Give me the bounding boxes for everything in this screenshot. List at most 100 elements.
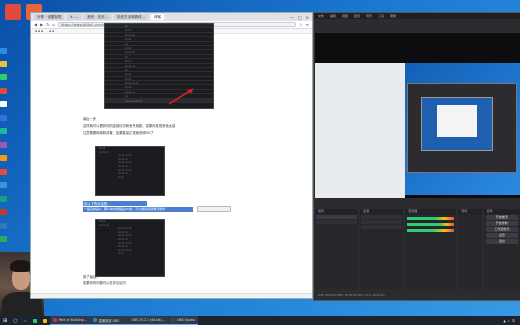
browser-tab[interactable]: 4. … [67,14,82,20]
taskbar: ⊞ ○ ▭ Path of Building... 直播回放-OBS OBS 2… [0,316,520,325]
folder-icon [42,318,47,323]
desktop-shortcut-icon[interactable] [0,74,7,80]
sources-dock: 来源 [360,209,404,289]
controls-dock: 控件 开始推流 开始录制 工作室模式 设置 退出 [483,209,520,289]
highlight-line-1: 如以下的对话框， [84,202,111,206]
browser-icon [32,318,37,323]
ime-indicator: 中 [511,319,515,323]
back-icon[interactable]: ◀ [34,22,37,27]
source-item[interactable] [361,220,403,224]
dock-title: 混音器 [405,209,457,214]
desktop-shortcut-icon[interactable] [0,209,7,215]
taskbar-pin[interactable] [40,316,50,325]
minimize-icon[interactable]: — [290,15,294,20]
system-tray[interactable]: ▲ ♪ 中 [500,316,520,325]
menu-icon[interactable]: ≡ [306,22,309,27]
source-item[interactable] [361,225,403,229]
dock-title: 控件 [483,209,520,214]
obs-icon [125,318,130,322]
menu-help[interactable]: 帮助 [390,13,396,19]
studio-mode-button[interactable]: 工作室模式 [485,227,518,232]
article-paragraph: 这样就可以看到你的连接情况和丢失帧数，如果你发现丢帧太高 [83,124,176,128]
audio-meter [407,223,455,226]
bookmark-item[interactable]: ▪ ▪ ▪ [35,29,43,33]
desktop-shortcut-icon[interactable] [0,101,7,107]
volume-icon: ♪ [507,318,510,323]
menu-profile[interactable]: 配置 [354,13,360,19]
desktop-shortcut-icon[interactable] [0,196,7,202]
obs-menubar: 文件 编辑 视图 配置 场景 工具 帮助 [314,13,520,19]
article-screenshot-settings: ▭ ▭ ▭ ▭ ▭ ▭ ▭ ▭ ▭ ▭ ▭ ▭ ▭ ▭ ▭ ▭ ▭ ▭ ▭ ▭ … [104,23,214,109]
menu-view[interactable]: 视图 [342,13,348,19]
transitions-dock: 转场 [458,209,482,289]
menu-scene-collection[interactable]: 场景 [366,13,372,19]
desktop-shortcut-icon[interactable] [0,128,7,134]
streamer-hair [10,260,32,272]
article-screenshot-stats-2: ▭ ▭ ▭ ▭ ▭ ▭ ▭ ▭ ▭ ▭ ▭ ▭ ▭ ▭ ▭ ▭ ▭ ▭ ▭ ▭ … [95,219,165,277]
maximize-icon[interactable]: □ [298,15,302,20]
desktop-shortcut-icon[interactable] [0,61,7,67]
desktop-shortcut-icon[interactable] [0,115,7,121]
browser-tab[interactable]: 分享 · 设置标签 [34,14,65,20]
selection-popup[interactable] [197,206,231,212]
desktop-shortcut-icon[interactable] [0,169,7,175]
browser-tab[interactable]: 检查方法和具体… [114,14,149,20]
menu-file[interactable]: 文件 [318,13,324,19]
taskbar-app[interactable]: OBS 23.2.1 (64-bit)... [122,316,168,325]
taskbar-app[interactable]: OBS Studio [167,316,198,325]
obs-status-bar: LIVE: 00:00:00 REC: 00:00:00 CPU: 2.5%, … [318,294,385,297]
app-icon [52,318,57,322]
obs-preview[interactable] [315,33,520,198]
article-footer: 到了最后， [83,275,100,279]
network-icon: ▲ [503,318,506,323]
dock-title: 场景 [315,209,359,214]
search-button[interactable]: ○ [10,316,20,325]
step-label: 最后一步 [83,117,97,121]
close-icon[interactable]: ✕ [306,15,309,20]
audio-meter [407,229,455,232]
audio-meter [407,217,455,220]
desktop-shortcut-icon[interactable] [0,48,7,54]
desktop-shortcut-icon[interactable] [0,223,7,229]
task-view-button[interactable]: ▭ [21,316,30,325]
start-streaming-button[interactable]: 开始推流 [485,215,518,220]
scenes-dock: 场景 [315,209,359,289]
mixer-dock: 混音器 [405,209,457,289]
menu-edit[interactable]: 编辑 [330,13,336,19]
browser-tab-active[interactable]: 博客 [151,14,165,20]
article-screenshot-stats: ▭ ▭ ▭ ▭ ▭ ▭ ▭ ▭ ▭ ▭ ▭ ▭ ▭ ▭ ▭ ▭ ▭ ▭ ▭ ▭ … [95,146,165,196]
stat-row: ▭ ▭ [118,174,125,179]
app-icon [92,318,97,322]
desktop-shortcut-icon[interactable] [0,142,7,148]
forward-icon[interactable]: ▶ [40,22,43,27]
taskbar-app[interactable]: Path of Building... [49,316,90,325]
desktop-shortcut-icon[interactable] [0,182,7,188]
highlight-line-2: 一般丢帧是0，那么你的网络是OK的，可以继续使用推流软件 [84,207,166,211]
obs-window: 文件 编辑 视图 配置 场景 工具 帮助 场景 来源 混音器 转场 控件 开始推… [313,12,520,301]
settings-button[interactable]: 设置 [485,233,518,238]
browser-tab-strip: 分享 · 设置标签 4. … 资讯 · 天天… 检查方法和具体… 博客 — □ … [31,13,312,21]
scene-item[interactable] [316,220,358,224]
home-icon[interactable]: ⌂ [53,22,56,27]
start-button[interactable]: ⊞ [0,316,10,325]
exit-button[interactable]: 退出 [485,239,518,244]
scene-item[interactable] [316,215,358,219]
search-icon: ○ [13,317,18,324]
desktop-shortcut-icon[interactable] [0,155,7,161]
browser-window: 分享 · 设置标签 4. … 资讯 · 天天… 检查方法和具体… 博客 — □ … [30,12,313,299]
star-icon[interactable]: ☆ [299,22,303,27]
window-controls: — □ ✕ [290,15,309,20]
desktop-shortcut-icon[interactable] [0,88,7,94]
menu-tools[interactable]: 工具 [378,13,384,19]
browser-tab[interactable]: 资讯 · 天天… [84,14,112,20]
source-item[interactable] [361,215,403,219]
taskbar-app[interactable]: 直播回放-OBS [89,316,123,325]
red-arrow-annotation [168,88,194,105]
preview-white-panel [437,105,477,137]
desktop-shortcut-icon[interactable] [0,236,7,242]
start-recording-button[interactable]: 开始录制 [485,221,518,226]
taskbar-pin[interactable] [30,316,40,325]
refresh-icon[interactable]: ↻ [46,22,49,27]
desktop-app-icon-1[interactable] [5,4,21,20]
bookmark-item[interactable]: ▪ ▪ [49,29,54,33]
